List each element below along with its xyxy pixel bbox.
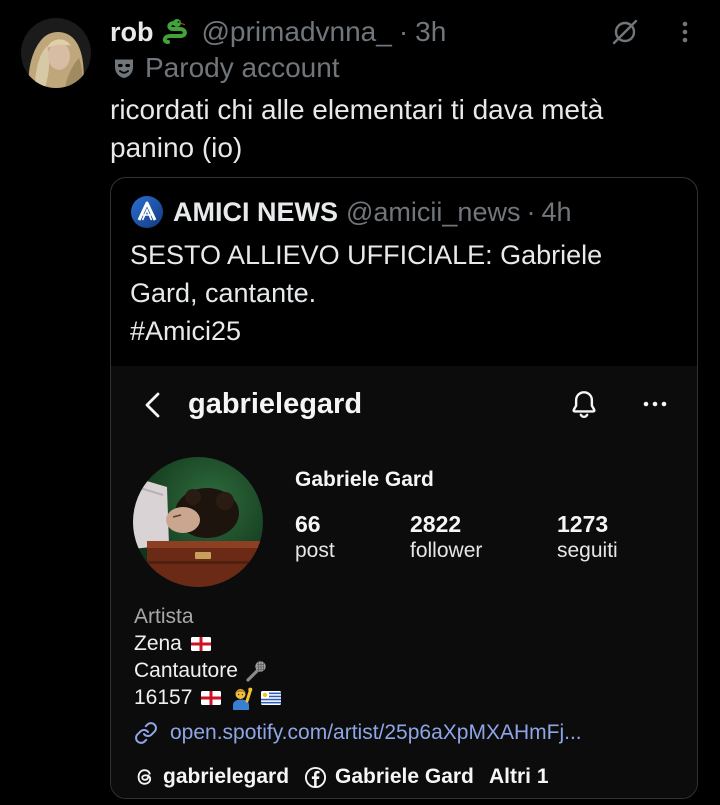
ig-stat-label: seguiti [557, 539, 618, 562]
microphone-icon [246, 660, 266, 682]
ig-username: gabrielegard [188, 388, 363, 420]
quoted-account-handle[interactable]: @amicii_news [346, 197, 520, 228]
ig-stat-followers: 2822 follower [410, 510, 482, 564]
post-text-line: ricordati chi alle elementari ti dava me… [110, 94, 604, 125]
bio-line-text: Cantautore [134, 658, 238, 682]
quoted-account-name[interactable]: AMICI NEWS [173, 197, 338, 228]
quoted-post[interactable]: AMICI NEWS @amicii_news · 4h SESTO ALLIE… [110, 177, 698, 799]
header-separator: · [398, 16, 409, 47]
bio-line: Cantautore [134, 657, 281, 684]
parody-account-label: Parody account [110, 50, 340, 86]
ig-stat-value: 1273 [557, 511, 609, 537]
ig-stat-label: follower [410, 539, 483, 562]
ig-category: Artista [134, 604, 194, 628]
quoted-post-timestamp[interactable]: 4h [541, 197, 571, 228]
more-options-button[interactable] [677, 19, 693, 45]
embedded-image[interactable]: gabrielegard Gabriele Gard 66 post 2822 … [111, 366, 697, 798]
uruguay-flag-icon [261, 690, 282, 705]
ig-facebook-label: Gabriele Gard [335, 765, 474, 788]
ig-stat-label: post [295, 539, 335, 562]
author-avatar[interactable] [21, 18, 91, 88]
post-timestamp[interactable]: 3h [415, 16, 446, 48]
ig-stat-value: 2822 [410, 511, 462, 537]
person-raising-hand-icon [233, 687, 253, 710]
ig-link-text: open.spotify.com/artist/25p6aXpMXAHmFj..… [170, 721, 582, 744]
ig-profile-avatar [133, 457, 263, 587]
ig-facebook-link: Gabriele Gard [304, 763, 474, 791]
quoted-text-hashtag[interactable]: #Amici25 [130, 312, 602, 350]
grok-icon [612, 19, 638, 45]
ig-more-links: Altri 1 [489, 763, 549, 791]
ig-more-links-label: Altri 1 [489, 765, 549, 788]
ig-threads-link: gabrielegard [134, 763, 289, 791]
amici-logo-icon[interactable] [131, 196, 163, 228]
england-flag-icon [190, 636, 211, 651]
ig-threads-label: gabrielegard [163, 765, 290, 788]
back-chevron-icon [145, 392, 160, 418]
bell-icon [572, 391, 596, 419]
bio-line: 16157 [134, 684, 282, 711]
more-vertical-icon [682, 21, 688, 43]
theater-masks-icon [115, 59, 133, 78]
quoted-post-header: AMICI NEWS @amicii_news · 4h [131, 194, 572, 230]
author-handle[interactable]: @primadvnna_ [202, 16, 392, 48]
bio-line-text: 16157 [134, 685, 193, 709]
quoted-text-line: Gard, cantante. [130, 278, 317, 308]
quoted-text-line: SESTO ALLIEVO UFFICIALE: Gabriele [130, 240, 603, 270]
post-text: ricordati chi alle elementari ti dava me… [110, 91, 603, 167]
more-horizontal-icon [643, 401, 667, 407]
facebook-icon [304, 766, 327, 788]
parody-label-text: Parody account [145, 52, 340, 83]
ig-full-name: Gabriele Gard [295, 468, 434, 491]
bio-line: Zena [134, 630, 281, 657]
ig-stat-posts: 66 post [295, 510, 335, 564]
author-display-name[interactable]: rob [110, 17, 154, 48]
grok-button[interactable] [611, 18, 639, 46]
ig-bio: Artista Zena Cantautore 16157 [134, 603, 282, 711]
quoted-header-separator: · [526, 196, 536, 227]
ig-stat-value: 66 [295, 511, 321, 537]
threads-icon [137, 769, 152, 785]
quoted-post-text: SESTO ALLIEVO UFFICIALE: Gabriele Gard, … [130, 236, 602, 350]
snake-icon [162, 19, 187, 44]
link-chain-icon [135, 722, 157, 744]
ig-external-link: open.spotify.com/artist/25p6aXpMXAHmFj..… [134, 719, 582, 747]
england-flag-icon [201, 690, 222, 705]
ig-stat-following: 1273 seguiti [557, 510, 618, 564]
bio-line-text: Zena [134, 631, 182, 655]
post-text-line: panino (io) [110, 132, 243, 163]
post-header: rob @primadvnna_ · 3h [110, 14, 446, 50]
